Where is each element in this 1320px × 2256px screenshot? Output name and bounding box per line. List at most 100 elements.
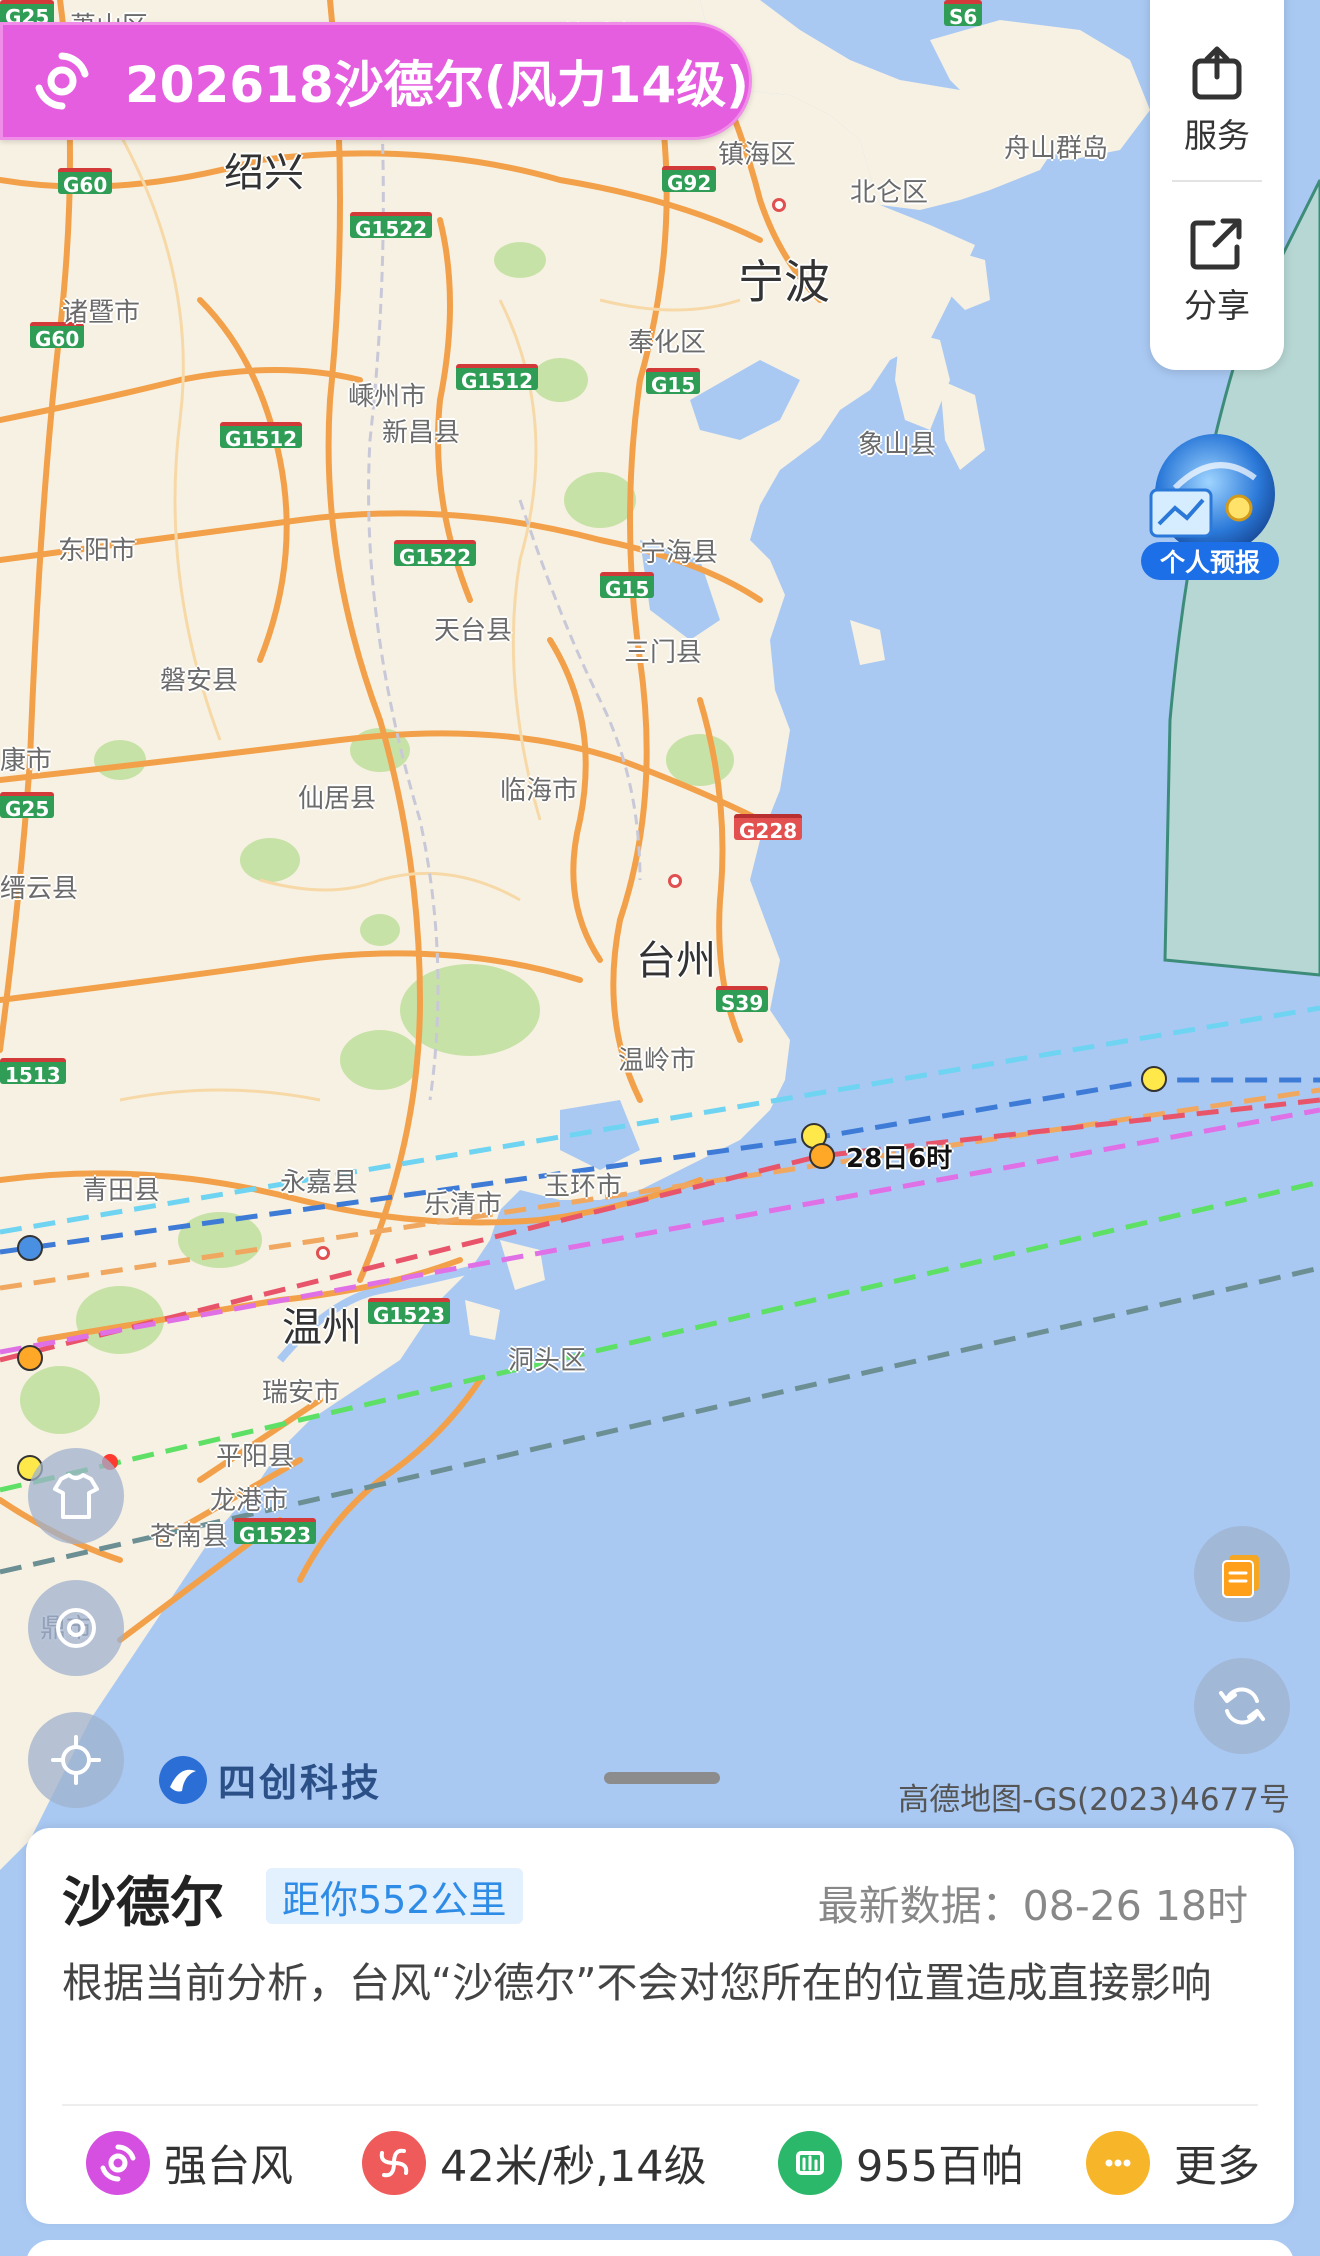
typhoon-info-card[interactable]: 沙德尔 距你552公里 最新数据：08-26 18时 根据当前分析，台风“沙德尔… xyxy=(26,1828,1294,2224)
typhoon-title: 202618沙德尔(风力14级) xyxy=(124,56,749,114)
refresh-icon xyxy=(1219,1687,1265,1725)
city-label: 苍南县 xyxy=(150,1522,229,1552)
locate-icon xyxy=(51,1735,101,1785)
highway-shield: G60 xyxy=(58,168,113,197)
city-label: 舟山群岛 xyxy=(1004,134,1109,164)
map-attribution: 高德地图-GS(2023)4677号 xyxy=(898,1782,1290,1818)
city-marker xyxy=(772,198,786,212)
drag-handle[interactable] xyxy=(604,1772,720,1784)
wind-stat: 42米/秒,14级 xyxy=(362,2128,707,2198)
city-label: 乐清市 xyxy=(424,1190,503,1220)
highway-shield: S6 xyxy=(944,0,983,29)
city-label: 洞头区 xyxy=(508,1346,587,1376)
highway-shield: G228 xyxy=(734,814,803,843)
city-label: 仙居县 xyxy=(298,784,377,814)
wind-value: 42米/秒,14级 xyxy=(440,2142,707,2192)
city-label: 北仑区 xyxy=(850,178,929,208)
city-label: 象山县 xyxy=(858,430,937,460)
more-button[interactable]: 更多 xyxy=(1086,2128,1260,2198)
city-label: 三门县 xyxy=(624,638,703,668)
share-icon xyxy=(1190,218,1242,270)
city-label: 龙港市 xyxy=(210,1486,289,1516)
highway-shield: G25 xyxy=(0,792,55,821)
legend-button[interactable] xyxy=(1194,1526,1290,1622)
city-label: 平阳县 xyxy=(216,1442,295,1472)
typhoon-name: 沙德尔 xyxy=(62,1871,224,1934)
wind-speed-icon xyxy=(362,2131,426,2195)
highway-shield: G1523 xyxy=(234,1518,317,1547)
city-label: 宁海县 xyxy=(640,538,719,568)
city-label: 临海市 xyxy=(500,776,579,806)
city-label: 镇海区 xyxy=(718,140,797,170)
cloth-layer-icon xyxy=(53,1473,99,1519)
service-icon xyxy=(1192,46,1242,100)
city-label: 温岭市 xyxy=(618,1046,697,1076)
city-marker xyxy=(316,1246,330,1260)
city-label: 奉化区 xyxy=(628,328,707,358)
watermark-text: 四创科技 xyxy=(218,1761,383,1805)
track-point xyxy=(17,1235,43,1261)
city-label: 康市 xyxy=(0,746,53,776)
highway-shield: G1512 xyxy=(456,364,539,393)
pressure-value: 955百帕 xyxy=(856,2142,1025,2192)
radar-icon xyxy=(56,1608,96,1648)
track-point-label: 28日6时 xyxy=(846,1144,953,1174)
pressure-stat: 955百帕 xyxy=(778,2128,1024,2198)
highway-shield: G1523 xyxy=(368,1298,451,1327)
city-label: 东阳市 xyxy=(58,536,137,566)
service-button[interactable]: 服务 xyxy=(1150,20,1284,180)
city-label: 宁波 xyxy=(738,255,830,309)
highway-shield: G1512 xyxy=(220,422,303,451)
city-label: 新昌县 xyxy=(382,418,461,448)
provider-watermark: 四创科技 xyxy=(156,1752,382,1807)
track-point xyxy=(17,1345,43,1371)
city-marker xyxy=(668,874,682,888)
city-label: 台州 xyxy=(636,938,716,984)
locate-button[interactable] xyxy=(28,1712,124,1808)
share-label: 分享 xyxy=(1184,286,1250,325)
forecast-label: 个人预报 xyxy=(1141,542,1279,580)
share-button[interactable]: 分享 xyxy=(1150,190,1284,350)
pressure-icon xyxy=(778,2131,842,2195)
city-label: 温州 xyxy=(282,1305,362,1351)
more-icon xyxy=(1086,2131,1150,2195)
legend-icon xyxy=(1222,1555,1259,1598)
next-card-peek xyxy=(26,2240,1294,2256)
highway-shield: S39 xyxy=(716,986,769,1015)
distance-badge: 距你552公里 xyxy=(266,1868,523,1924)
side-panel: 服务 分享 xyxy=(1150,0,1284,370)
city-label: 青田县 xyxy=(82,1176,161,1206)
side-divider xyxy=(1172,180,1262,182)
highway-shield: G92 xyxy=(662,166,717,195)
typhoon-title-pill[interactable]: 202618沙德尔(风力14级) xyxy=(0,22,752,140)
service-label: 服务 xyxy=(1184,116,1250,155)
forecast-globe-icon xyxy=(1149,434,1275,554)
city-label: 缙云县 xyxy=(0,874,79,904)
highway-shield: G15 xyxy=(600,572,655,601)
city-label: 天台县 xyxy=(434,616,513,646)
more-label: 更多 xyxy=(1174,2142,1260,2192)
city-label: 瑞安市 xyxy=(262,1378,341,1408)
city-label: 诸暨市 xyxy=(62,298,141,328)
impact-analysis: 根据当前分析，台风“沙德尔”不会对您所在的位置造成直接影响 xyxy=(62,1959,1212,2007)
highway-shield: 1513 xyxy=(0,1058,66,1087)
track-point xyxy=(809,1143,835,1169)
city-label: 玉环市 xyxy=(544,1172,623,1202)
track-point xyxy=(1141,1066,1167,1092)
city-label: 永嘉县 xyxy=(280,1168,359,1198)
card-divider xyxy=(62,2104,1258,2106)
personal-forecast-button[interactable]: 个人预报 xyxy=(1135,428,1285,588)
refresh-button[interactable] xyxy=(1194,1658,1290,1754)
stats-row: 强台风 42米/秒,14级 955百帕 更多 xyxy=(62,2128,1262,2198)
typhoon-icon xyxy=(27,46,97,116)
layer-toggle-button[interactable] xyxy=(28,1448,124,1544)
city-label: 磐安县 xyxy=(160,666,239,696)
radar-button[interactable] xyxy=(28,1580,124,1676)
highway-shield: G1522 xyxy=(350,212,433,241)
typhoon-intensity-icon xyxy=(86,2131,150,2195)
city-label: 绍兴 xyxy=(224,150,304,196)
highway-shield: G15 xyxy=(646,368,701,397)
city-label: 嵊州市 xyxy=(348,382,427,412)
intensity-value: 强台风 xyxy=(164,2142,293,2192)
highway-shield: G1522 xyxy=(394,540,477,569)
